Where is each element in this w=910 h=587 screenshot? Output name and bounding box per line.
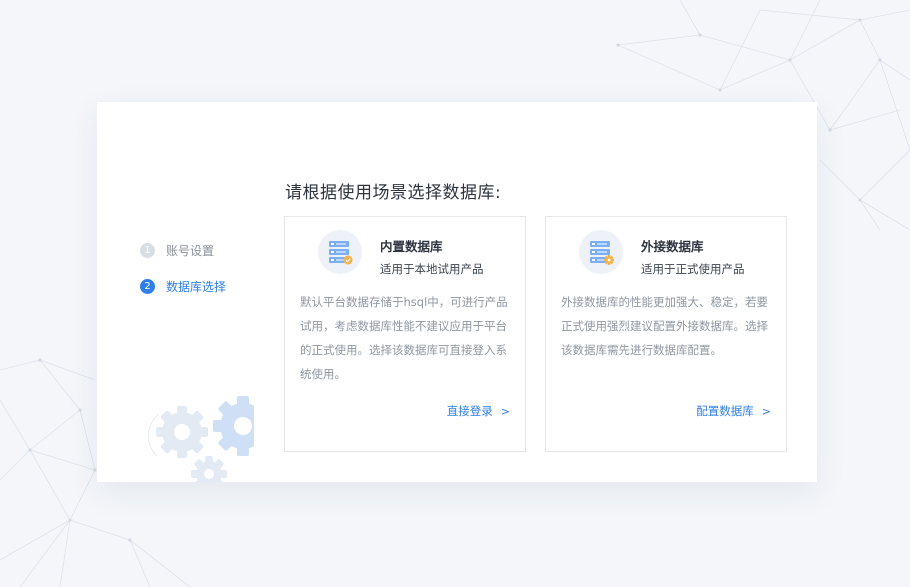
step-label: 账号设置 xyxy=(166,243,215,258)
step-number-badge: 1 xyxy=(140,242,155,258)
page-title: 请根据使用场景选择数据库: xyxy=(285,183,502,203)
card-description: 默认平台数据存储于hsql中，可进行产品试用，考虑数据库性能不建议应用于平台的正… xyxy=(300,295,508,381)
database-setup-panel: 1 账号设置 2 数据库选择 请根据使用场景选择数据库: 内置数据库 适用于本地… xyxy=(97,102,817,482)
direct-login-link[interactable]: 直接登录 > xyxy=(447,403,510,419)
card-title: 内置数据库 xyxy=(380,239,443,254)
chevron-right-icon: > xyxy=(500,405,510,418)
card-description: 外接数据库的性能更加强大、稳定，若要正式使用强烈建议配置外接数据库。选择该数据库… xyxy=(561,295,768,357)
database-gear-icon xyxy=(579,230,623,274)
card-title: 外接数据库 xyxy=(641,239,704,254)
link-label: 直接登录 xyxy=(446,404,493,418)
setup-steps: 1 账号设置 2 数据库选择 xyxy=(140,241,226,313)
configure-database-link[interactable]: 配置数据库 > xyxy=(696,403,771,419)
step-account-settings[interactable]: 1 账号设置 xyxy=(140,241,226,259)
gears-illustration xyxy=(147,394,257,482)
card-subtitle: 适用于本地试用产品 xyxy=(380,262,484,276)
step-label: 数据库选择 xyxy=(166,279,227,294)
external-database-card[interactable]: 外接数据库 适用于正式使用产品 外接数据库的性能更加强大、稳定，若要正式使用强烈… xyxy=(545,216,787,452)
chevron-right-icon: > xyxy=(761,405,771,418)
card-subtitle: 适用于正式使用产品 xyxy=(641,262,745,276)
step-database-selection[interactable]: 2 数据库选择 xyxy=(140,277,226,295)
builtin-database-card[interactable]: 内置数据库 适用于本地试用产品 默认平台数据存储于hsql中，可进行产品试用，考… xyxy=(284,216,526,452)
database-check-icon xyxy=(318,230,362,274)
link-label: 配置数据库 xyxy=(696,404,754,418)
step-number-badge: 2 xyxy=(140,278,155,294)
